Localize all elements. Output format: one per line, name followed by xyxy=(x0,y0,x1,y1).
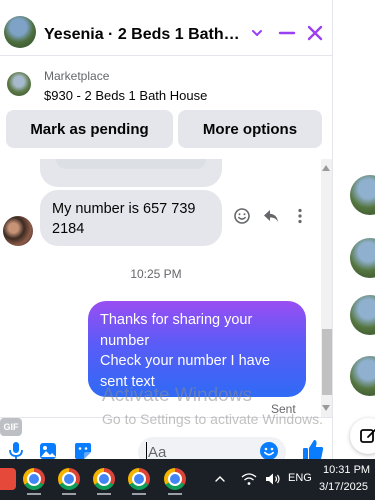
listing-title[interactable]: $930 - 2 Beds 1 Bath House xyxy=(44,88,207,103)
conversation-title[interactable]: Yesenia · 2 Beds 1 Bath Ho... xyxy=(44,26,244,44)
emoji-react-icon[interactable] xyxy=(233,207,251,225)
chrome-icon xyxy=(128,468,150,490)
message-status: Sent xyxy=(271,402,296,416)
listing-thumbnail[interactable] xyxy=(7,72,31,96)
clock-date[interactable]: 3/17/2025 xyxy=(319,481,368,493)
input-language-indicator[interactable]: ENG xyxy=(288,472,312,484)
marketplace-listing-card: Marketplace $930 - 2 Beds 1 Bath House M… xyxy=(0,57,332,159)
scroll-down-arrow[interactable] xyxy=(322,405,330,411)
outgoing-message-bubble[interactable]: Thanks for sharing your number Check you… xyxy=(88,301,306,397)
reply-icon[interactable] xyxy=(262,207,280,225)
taskbar-app[interactable] xyxy=(0,463,16,495)
taskbar-chrome-window[interactable] xyxy=(124,463,154,495)
volume-icon[interactable] xyxy=(265,472,281,486)
taskbar-chrome-window[interactable] xyxy=(89,463,119,495)
contact-avatar[interactable] xyxy=(4,16,36,48)
running-indicator xyxy=(62,493,76,495)
listing-source-label: Marketplace xyxy=(44,69,110,83)
sender-avatar[interactable] xyxy=(3,216,33,246)
chat-heads-strip xyxy=(333,0,375,459)
outgoing-message-line: Thanks for sharing your number xyxy=(100,312,253,349)
scrollbar[interactable] xyxy=(321,159,332,417)
clock-time[interactable]: 10:31 PM xyxy=(323,464,370,476)
more-options-button[interactable]: More options xyxy=(178,110,322,148)
message-timestamp: 10:25 PM xyxy=(130,267,182,281)
photo-icon[interactable] xyxy=(37,440,59,459)
compose-icon xyxy=(360,429,375,443)
text-caret xyxy=(146,442,147,459)
running-indicator xyxy=(27,493,41,495)
thumbs-up-icon[interactable] xyxy=(300,437,326,459)
chat-header: Yesenia · 2 Beds 1 Bath Ho... xyxy=(0,0,332,56)
new-message-button[interactable] xyxy=(350,418,375,454)
outgoing-message-line: Check your number I have sent text xyxy=(100,353,271,390)
message-thread[interactable]: My number is 657 739 2184 10:25 PM Thank… xyxy=(0,159,332,417)
wifi-icon[interactable] xyxy=(241,472,257,486)
close-icon[interactable] xyxy=(304,22,326,44)
chrome-icon xyxy=(93,468,115,490)
microphone-icon[interactable] xyxy=(5,440,27,459)
running-indicator xyxy=(132,493,146,495)
taskbar-chrome-window[interactable] xyxy=(19,463,49,495)
chat-head-avatar[interactable] xyxy=(350,356,375,396)
chrome-icon xyxy=(58,468,80,490)
chat-head-avatar[interactable] xyxy=(350,175,375,215)
mark-as-pending-button[interactable]: Mark as pending xyxy=(6,110,173,148)
chrome-icon xyxy=(164,468,186,490)
gif-icon[interactable]: GIF xyxy=(0,418,22,436)
chevron-down-icon[interactable] xyxy=(246,22,268,44)
previous-message-quote xyxy=(56,159,206,169)
incoming-message-bubble[interactable]: My number is 657 739 2184 xyxy=(40,190,222,246)
chat-head-avatar[interactable] xyxy=(350,238,375,278)
chat-window: Yesenia · 2 Beds 1 Bath Ho... Marketplac… xyxy=(0,0,333,459)
taskbar-chrome-window[interactable] xyxy=(160,463,190,495)
taskbar-chrome-window[interactable] xyxy=(54,463,84,495)
chrome-icon xyxy=(23,468,45,490)
scrollbar-thumb[interactable] xyxy=(322,329,332,395)
chevron-up-icon[interactable] xyxy=(214,473,226,485)
scroll-up-arrow[interactable] xyxy=(322,165,330,171)
windows-taskbar: ENG 10:31 PM 3/17/2025 xyxy=(0,459,375,500)
emoji-icon[interactable] xyxy=(258,440,280,459)
running-indicator xyxy=(97,493,111,495)
app-icon xyxy=(0,468,16,490)
minimize-icon[interactable] xyxy=(276,22,298,44)
chat-head-avatar[interactable] xyxy=(350,295,375,335)
message-composer: GIF xyxy=(0,417,332,459)
sticker-icon[interactable] xyxy=(72,440,94,459)
more-vertical-icon[interactable] xyxy=(291,207,309,225)
running-indicator xyxy=(168,493,182,495)
